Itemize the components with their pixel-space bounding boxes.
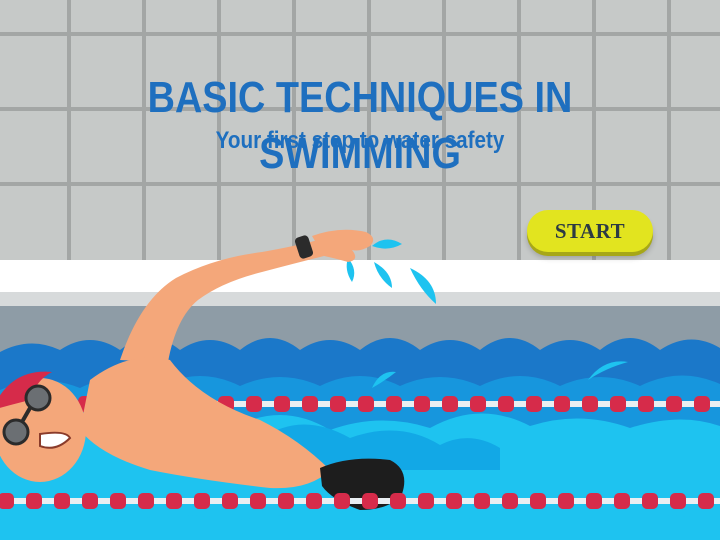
slide-scene: BASIC TECHNIQUES IN SWIMMING Your first … <box>0 0 720 540</box>
swimmer-hand <box>312 229 374 262</box>
pool-illustration <box>0 229 720 540</box>
start-button[interactable]: START <box>527 210 653 252</box>
